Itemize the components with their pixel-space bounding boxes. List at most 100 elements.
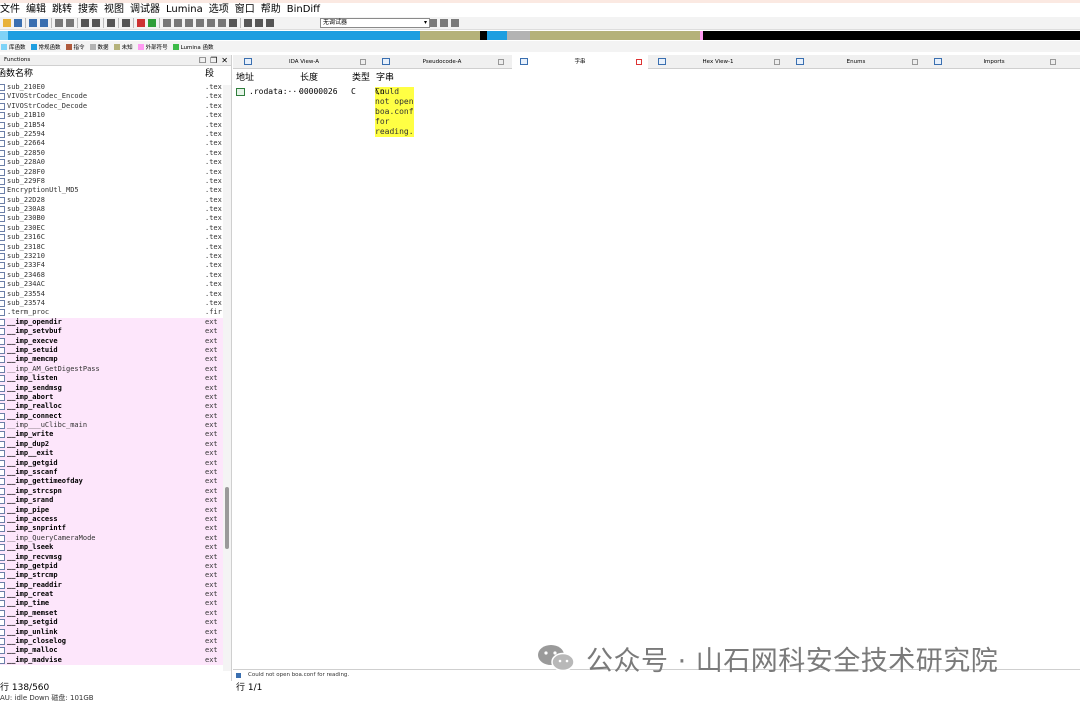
string-row[interactable]: .rodata:··· 00000026 C Could not open bo… [236,87,1076,137]
maximize-icon[interactable]: ☐ [199,56,206,65]
function-row[interactable]: __imp_strcspn ext [0,486,231,497]
menu-item-2[interactable]: 跳转 [49,3,75,17]
function-row[interactable]: __imp_setuid ext [0,345,231,356]
function-row[interactable]: __imp_QueryCameraMode ext [0,533,231,544]
function-row[interactable]: sub_228A0 .tex [0,158,231,167]
function-row[interactable]: __imp_recvmsg ext [0,552,231,562]
paste-icon[interactable] [66,19,74,27]
function-row[interactable]: __imp_setgid ext [0,618,231,628]
function-row[interactable]: __imp_listen ext [0,374,231,384]
function-row[interactable]: __imp_gettimeofday ext [0,477,231,487]
function-row[interactable]: __imp_sendmsg ext [0,383,231,393]
function-row[interactable]: __imp_closelog ext [0,637,231,647]
text-icon[interactable] [122,19,130,27]
function-row[interactable]: sub_22D28 .tex [0,196,231,205]
function-row[interactable]: __imp_strcmp ext [0,571,231,581]
tab-close-icon[interactable] [912,59,918,65]
menu-item-0[interactable]: 文件 [0,3,23,17]
pen-icon[interactable] [207,19,215,27]
column-header-string[interactable]: 字串 [376,72,394,85]
function-row[interactable]: __imp_getpid ext [0,561,231,572]
function-row[interactable]: __imp___uClibc_main ext [0,421,231,431]
function-row[interactable]: __imp_readdir ext [0,580,231,591]
function-row[interactable]: sub_210E0 .tex [0,83,231,92]
tab-1[interactable]: Pseudocode-A [374,55,510,69]
function-row[interactable]: sub_21B54 .tex [0,121,231,130]
function-row[interactable]: __imp_opendir ext [0,317,231,328]
tab-4[interactable]: Enums [788,55,924,69]
copy-icon[interactable] [55,19,63,27]
function-row[interactable]: __imp_connect ext [0,411,231,422]
tab-2[interactable]: 字串 [512,55,648,69]
function-row[interactable]: __imp_getgid ext [0,458,231,469]
function-row[interactable]: __imp_realloc ext [0,402,231,412]
function-row[interactable]: sub_228F0 .tex [0,168,231,177]
open-icon[interactable] [3,19,11,27]
function-row[interactable]: __imp_malloc ext [0,646,231,656]
tab-0[interactable]: IDA View-A [236,55,372,69]
tab-close-icon[interactable] [774,59,780,65]
function-row[interactable]: EncryptionUtl_MD5 .tex [0,186,231,195]
search-icon[interactable] [81,19,89,27]
column-header-segment[interactable]: 段 [205,66,214,83]
function-row[interactable]: __imp_access ext [0,514,231,525]
function-row[interactable]: __imp_srand ext [0,496,231,506]
brush-icon[interactable] [196,19,204,27]
menu-item-4[interactable]: 视图 [101,3,127,17]
ok-icon[interactable] [148,19,156,27]
function-row[interactable]: __imp_execve ext [0,336,231,346]
column-header-type[interactable]: 类型 [352,72,370,85]
function-row[interactable]: sub_229F8 .tex [0,177,231,186]
tab-close-icon[interactable] [636,59,642,65]
function-row[interactable]: sub_22594 .tex [0,130,231,139]
function-row[interactable]: __imp__exit ext [0,449,231,459]
pause-icon[interactable] [255,19,263,27]
tab-5[interactable]: Imports [926,55,1062,69]
function-row[interactable]: __imp_pipe ext [0,505,231,515]
menu-item-5[interactable]: 调试器 [127,3,163,17]
menu-item-7[interactable]: 选项 [206,3,232,17]
function-row[interactable]: sub_230B0 .tex [0,214,231,223]
menu-item-9[interactable]: 帮助 [258,3,284,17]
function-row[interactable]: __imp_abort ext [0,392,231,403]
function-row[interactable]: sub_2316C .tex [0,233,231,242]
image-icon[interactable] [218,19,226,27]
menu-item-8[interactable]: 窗口 [232,3,258,17]
function-row[interactable]: sub_2318C .tex [0,243,231,252]
functions-scrollbar[interactable] [223,85,231,671]
tab-3[interactable]: Hex View-1 [650,55,786,69]
wrench-icon[interactable] [174,19,182,27]
wrench-icon[interactable] [185,19,193,27]
function-row[interactable]: __imp_time ext [0,599,231,609]
function-row[interactable]: .term_proc .fir [0,308,231,317]
function-row[interactable]: sub_230A8 .tex [0,205,231,214]
menu-item-1[interactable]: 编辑 [23,3,49,17]
close-icon[interactable]: ✕ [221,56,228,65]
function-row[interactable]: sub_233F4 .tex [0,261,231,270]
function-row[interactable]: __imp_sscanf ext [0,468,231,478]
function-row[interactable]: sub_23210 .tex [0,252,231,261]
stop-icon[interactable] [266,19,274,27]
function-row[interactable]: sub_22664 .tex [0,139,231,148]
column-header-length[interactable]: 长度 [300,72,318,85]
function-row[interactable]: __imp_memset ext [0,608,231,619]
forward-icon[interactable] [40,19,48,27]
function-row[interactable]: __imp_unlink ext [0,627,231,638]
debugger-select[interactable]: 无调试器 ▾ [320,18,430,28]
navigation-band[interactable] [0,31,1080,40]
back-icon[interactable] [29,19,37,27]
function-row[interactable]: sub_23468 .tex [0,271,231,280]
function-row[interactable]: __imp_lseek ext [0,543,231,553]
function-row[interactable]: sub_23574 .tex [0,299,231,308]
function-row[interactable]: __imp_creat ext [0,590,231,600]
function-row[interactable]: __imp_madvise ext [0,655,231,666]
hex-icon[interactable] [107,19,115,27]
function-row[interactable]: sub_22850 .tex [0,149,231,158]
function-row[interactable]: VIVOStrCodec_Decode .tex [0,102,231,111]
step-over-icon[interactable] [451,19,459,27]
tab-close-icon[interactable] [1050,59,1056,65]
function-row[interactable]: __imp_dup2 ext [0,439,231,450]
function-row[interactable]: __imp_write ext [0,430,231,440]
save-icon[interactable] [14,19,22,27]
menu-item-6[interactable]: Lumina [163,3,206,17]
